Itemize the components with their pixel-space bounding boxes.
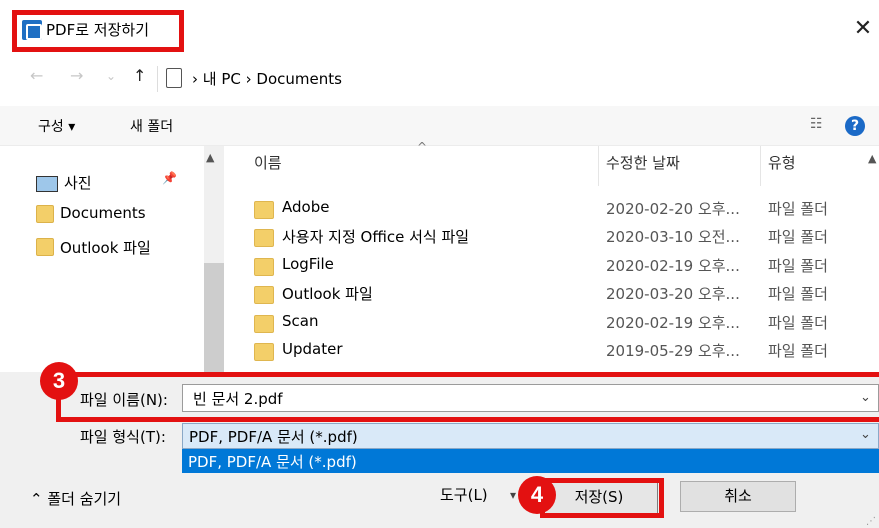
filetype-option-label: PDF, PDF/A 문서 (*.pdf) [188, 453, 357, 471]
file-type: 파일 폴더 [768, 257, 828, 275]
file-type: 파일 폴더 [768, 342, 828, 360]
step-3-badge: 3 [40, 362, 78, 400]
column-header-date[interactable]: 수정한 날짜 [606, 152, 680, 173]
up-icon[interactable]: ↑ [133, 66, 146, 85]
folder-icon [36, 238, 54, 256]
folder-icon [254, 286, 274, 304]
breadcrumb[interactable]: › 내 PC › Documents [192, 68, 342, 89]
table-row[interactable]: Outlook 파일 2020-03-20 오후... 파일 폴더 [254, 282, 874, 310]
save-highlight-box [540, 478, 664, 518]
chevron-down-icon[interactable]: ⌄ [860, 427, 871, 442]
cancel-button[interactable]: 취소 [680, 481, 796, 512]
file-date: 2020-02-19 오후... [606, 314, 740, 332]
sidebar-scroll-thumb[interactable] [204, 263, 224, 372]
file-name: LogFile [282, 255, 334, 273]
folder-icon [36, 205, 54, 223]
file-name: Adobe [282, 198, 330, 216]
file-name: 사용자 지정 Office 서식 파일 [282, 228, 470, 246]
tools-dropdown-icon[interactable]: ▾ [510, 488, 516, 502]
filetype-select[interactable]: PDF, PDF/A 문서 (*.pdf) ⌄ [182, 423, 879, 449]
command-toolbar: 구성 ▾ 새 폴더 ☷ ? [0, 106, 879, 146]
column-header-name[interactable]: 이름 [254, 152, 282, 173]
sidebar-item-label: Documents [60, 204, 146, 222]
forward-icon[interactable]: → [70, 66, 83, 85]
filetype-value: PDF, PDF/A 문서 (*.pdf) [189, 428, 358, 446]
sort-arrow-icon: ^ [417, 140, 428, 154]
folder-icon [254, 343, 274, 361]
folder-icon [254, 229, 274, 247]
table-row[interactable]: Adobe 2020-02-20 오후... 파일 폴더 [254, 197, 874, 225]
sidebar-item-label: 사진 [64, 174, 92, 192]
table-row[interactable]: 사용자 지정 Office 서식 파일 2020-03-10 오전... 파일 … [254, 225, 874, 253]
column-divider[interactable] [760, 146, 761, 186]
title-highlight-box [12, 10, 184, 52]
folder-icon [254, 315, 274, 333]
documents-icon [166, 68, 182, 88]
table-row[interactable]: Scan 2020-02-19 오후... 파일 폴더 [254, 311, 874, 339]
sidebar-item-label: Outlook 파일 [60, 239, 151, 257]
file-type: 파일 폴더 [768, 228, 828, 246]
folder-icon [254, 258, 274, 276]
organize-button[interactable]: 구성 ▾ [38, 116, 75, 136]
file-name: Outlook 파일 [282, 285, 373, 303]
table-row[interactable]: Updater 2019-05-29 오후... 파일 폴더 [254, 339, 874, 367]
file-name: Scan [282, 312, 319, 330]
file-date: 2020-03-20 오후... [606, 285, 740, 303]
navigation-bar: ← → ⌄ ↑ › 내 PC › Documents [0, 60, 879, 98]
hide-folders-button[interactable]: ⌃ 폴더 숨기기 [30, 488, 121, 509]
address-bar[interactable]: › 내 PC › Documents [157, 66, 879, 92]
folder-icon [254, 201, 274, 219]
close-button[interactable]: ✕ [848, 14, 878, 44]
resize-grip-icon[interactable]: ⋰ [866, 516, 876, 527]
file-name: Updater [282, 340, 343, 358]
file-date: 2020-02-19 오후... [606, 257, 740, 275]
file-date: 2019-05-29 오후... [606, 342, 740, 360]
new-folder-button[interactable]: 새 폴더 [130, 116, 173, 136]
filetype-label: 파일 형식(T): [80, 428, 166, 446]
file-date: 2020-02-20 오후... [606, 200, 740, 218]
column-header-type[interactable]: 유형 [768, 152, 796, 173]
filename-highlight-box [56, 372, 879, 422]
pin-icon[interactable]: 📌 [162, 171, 177, 185]
file-type: 파일 폴더 [768, 314, 828, 332]
help-icon[interactable]: ? [845, 116, 865, 136]
table-row[interactable]: LogFile 2020-02-19 오후... 파일 폴더 [254, 254, 874, 282]
file-type: 파일 폴더 [768, 285, 828, 303]
file-date: 2020-03-10 오전... [606, 228, 740, 246]
tools-button[interactable]: 도구(L) [440, 484, 488, 505]
column-divider[interactable] [598, 146, 599, 186]
filetype-option[interactable]: PDF, PDF/A 문서 (*.pdf) [182, 449, 879, 473]
recent-locations-icon[interactable]: ⌄ [106, 69, 116, 83]
back-icon[interactable]: ← [30, 66, 43, 85]
file-type: 파일 폴더 [768, 200, 828, 218]
view-options-icon[interactable]: ☷ [810, 116, 823, 132]
step-4-badge: 4 [518, 476, 556, 514]
filelist-scroll-up-icon[interactable]: ▲ [868, 152, 876, 165]
scroll-up-icon[interactable]: ▲ [206, 151, 214, 164]
photo-icon [36, 176, 58, 192]
